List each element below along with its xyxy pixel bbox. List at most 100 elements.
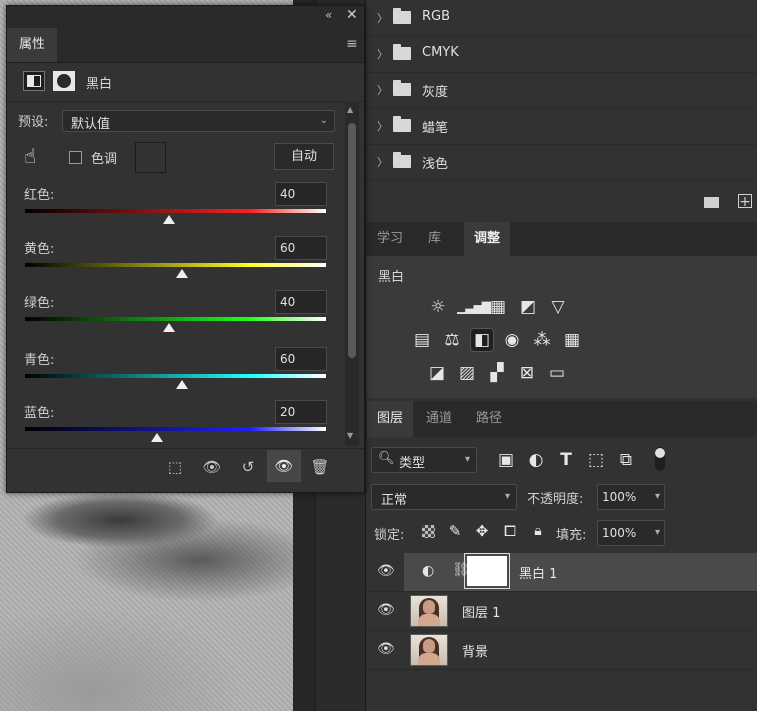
tab-layers[interactable]: 图层 [367, 401, 414, 437]
clip-to-layer-icon[interactable]: ⬚ [162, 454, 188, 480]
invert-icon[interactable]: ◪ [426, 362, 448, 384]
curves-icon[interactable]: ▦ [487, 296, 509, 318]
view-previous-state-icon[interactable]: 👁︎ [199, 454, 225, 480]
scrollbar-thumb[interactable] [348, 123, 356, 358]
tab-library[interactable]: 库 [418, 222, 451, 256]
threshold-icon[interactable]: ▞ [486, 362, 508, 384]
tab-adjustments[interactable]: 调整 [464, 222, 511, 256]
slider-label: 蓝色: [24, 406, 55, 421]
photo-filter-icon[interactable]: ◉ [501, 329, 523, 351]
tab-learn[interactable]: 学习 [367, 222, 413, 256]
layer-row[interactable]: 👁︎ 图层 1 [366, 592, 757, 631]
slider-track[interactable] [25, 209, 326, 213]
black-white-icon[interactable]: ◧ [470, 328, 494, 352]
new-folder-icon[interactable] [704, 197, 719, 208]
filter-adjustment-icon[interactable]: ◐ [525, 449, 547, 471]
chevron-right-icon[interactable]: 〉 [377, 46, 388, 62]
slider-value-field[interactable]: 40 [275, 182, 327, 206]
channel-mixer-icon[interactable]: ⁂ [531, 329, 553, 351]
slider-value-field[interactable]: 20 [275, 400, 327, 424]
slider-handle[interactable] [151, 433, 164, 442]
preset-folder-row[interactable]: 〉 灰度 [366, 72, 757, 109]
preset-dropdown[interactable]: 默认值 ⌄ [62, 110, 335, 132]
close-icon[interactable]: ✕ [346, 7, 358, 23]
lock-artboard-icon[interactable]: ⧠ [499, 520, 521, 542]
tint-label: 色调 [91, 152, 118, 167]
lock-all-icon[interactable]: 🔒︎ [527, 520, 549, 542]
chevron-right-icon[interactable]: 〉 [377, 82, 388, 98]
lock-transparency-icon[interactable] [422, 525, 435, 538]
eye-icon[interactable]: 👁︎ [377, 602, 395, 618]
reset-icon[interactable]: ↺ [235, 454, 261, 480]
tint-color-swatch[interactable] [135, 142, 166, 173]
layer-name[interactable]: 背景 [462, 641, 488, 660]
eye-icon[interactable]: 👁︎ [377, 563, 395, 579]
preset-value: 默认值 [71, 117, 111, 132]
layer-filter-dropdown[interactable]: 🔍︎ 类型 ▾ [371, 447, 477, 473]
vibrance-icon[interactable]: ▽ [547, 296, 569, 318]
exposure-icon[interactable]: ◩ [517, 296, 539, 318]
panel-titlebar[interactable]: « ✕ [7, 6, 364, 28]
layer-mask-thumbnail[interactable] [464, 553, 510, 589]
brightness-contrast-icon[interactable]: ☼ [427, 296, 449, 318]
tab-properties[interactable]: 属性 [7, 28, 57, 62]
lock-pixels-brush-icon[interactable]: ✎ [444, 520, 466, 542]
layer-name[interactable]: 黑白 1 [519, 563, 557, 582]
adjustment-settings-icon[interactable] [23, 71, 45, 91]
mask-icon[interactable] [53, 71, 75, 91]
chevron-down-icon[interactable]: ▾ [655, 491, 660, 502]
trash-icon[interactable]: 🗑︎ [307, 454, 333, 480]
layer-row[interactable]: 👁︎ ◐ ⛓︎ 黑白 1 [366, 553, 757, 592]
double-chevron-icon[interactable]: « [325, 8, 332, 22]
slider-track[interactable] [25, 374, 326, 378]
color-balance-icon[interactable]: ⚖ [441, 329, 463, 351]
slider-track[interactable] [25, 263, 326, 267]
auto-button[interactable]: 自动 [274, 143, 334, 170]
hue-saturation-icon[interactable]: ▤ [411, 329, 433, 351]
color-lookup-icon[interactable]: ▦ [561, 329, 583, 351]
slider-value-field[interactable]: 60 [275, 347, 327, 371]
chevron-right-icon[interactable]: 〉 [377, 118, 388, 134]
chevron-down-icon[interactable]: ▼ [347, 431, 353, 440]
posterize-icon[interactable]: ▨ [456, 362, 478, 384]
tab-channels[interactable]: 通道 [416, 401, 462, 437]
filter-pixel-icon[interactable]: ▣ [495, 449, 517, 471]
slider-handle[interactable] [163, 215, 176, 224]
chevron-right-icon[interactable]: 〉 [377, 154, 388, 170]
filter-shape-icon[interactable]: ⬚ [585, 449, 607, 471]
chevron-right-icon[interactable]: 〉 [377, 10, 388, 26]
fill-field[interactable]: 100% ▾ [597, 520, 665, 546]
filter-smart-object-icon[interactable]: ⧉ [615, 449, 637, 471]
filter-type-icon[interactable]: T [555, 449, 577, 471]
levels-icon[interactable]: ▁▃▅▇ [457, 296, 491, 318]
layer-name[interactable]: 图层 1 [462, 602, 500, 621]
chevron-up-icon[interactable]: ▲ [347, 105, 353, 114]
lock-position-icon[interactable]: ✥ [471, 520, 493, 542]
preset-folder-row[interactable]: 〉 RGB [366, 0, 757, 37]
hamburger-icon[interactable]: ≡ [346, 36, 358, 52]
visibility-eye-icon[interactable]: 👁︎ [267, 450, 301, 482]
tint-checkbox[interactable] [69, 151, 82, 164]
new-preset-icon[interactable]: + [738, 194, 752, 209]
slider-value-field[interactable]: 40 [275, 290, 327, 314]
slider-value-field[interactable]: 60 [275, 236, 327, 260]
preset-folder-row[interactable]: 〉 浅色 [366, 144, 757, 181]
blend-mode-dropdown[interactable]: 正常 ▾ [371, 484, 517, 510]
slider-handle[interactable] [175, 380, 188, 389]
chevron-down-icon[interactable]: ▾ [655, 527, 660, 538]
eye-icon[interactable]: 👁︎ [377, 641, 395, 657]
slider-handle[interactable] [163, 323, 176, 332]
selective-color-icon[interactable]: ⊠ [516, 362, 538, 384]
preset-folder-row[interactable]: 〉 CMYK [366, 36, 757, 73]
properties-scrollbar[interactable]: ▲ ▼ [345, 101, 359, 446]
targeted-adjustment-hand-icon[interactable]: ☝︎ [24, 144, 36, 168]
filter-toggle[interactable] [655, 447, 665, 471]
preset-folder-row[interactable]: 〉 蜡笔 [366, 108, 757, 145]
slider-track[interactable] [25, 317, 326, 321]
gradient-map-icon[interactable]: ▭ [546, 362, 568, 384]
tab-paths[interactable]: 路径 [466, 401, 512, 437]
slider-track[interactable] [25, 427, 326, 431]
layer-row[interactable]: 👁︎ 背景 [366, 631, 757, 670]
opacity-field[interactable]: 100% ▾ [597, 484, 665, 510]
slider-handle[interactable] [175, 269, 188, 278]
